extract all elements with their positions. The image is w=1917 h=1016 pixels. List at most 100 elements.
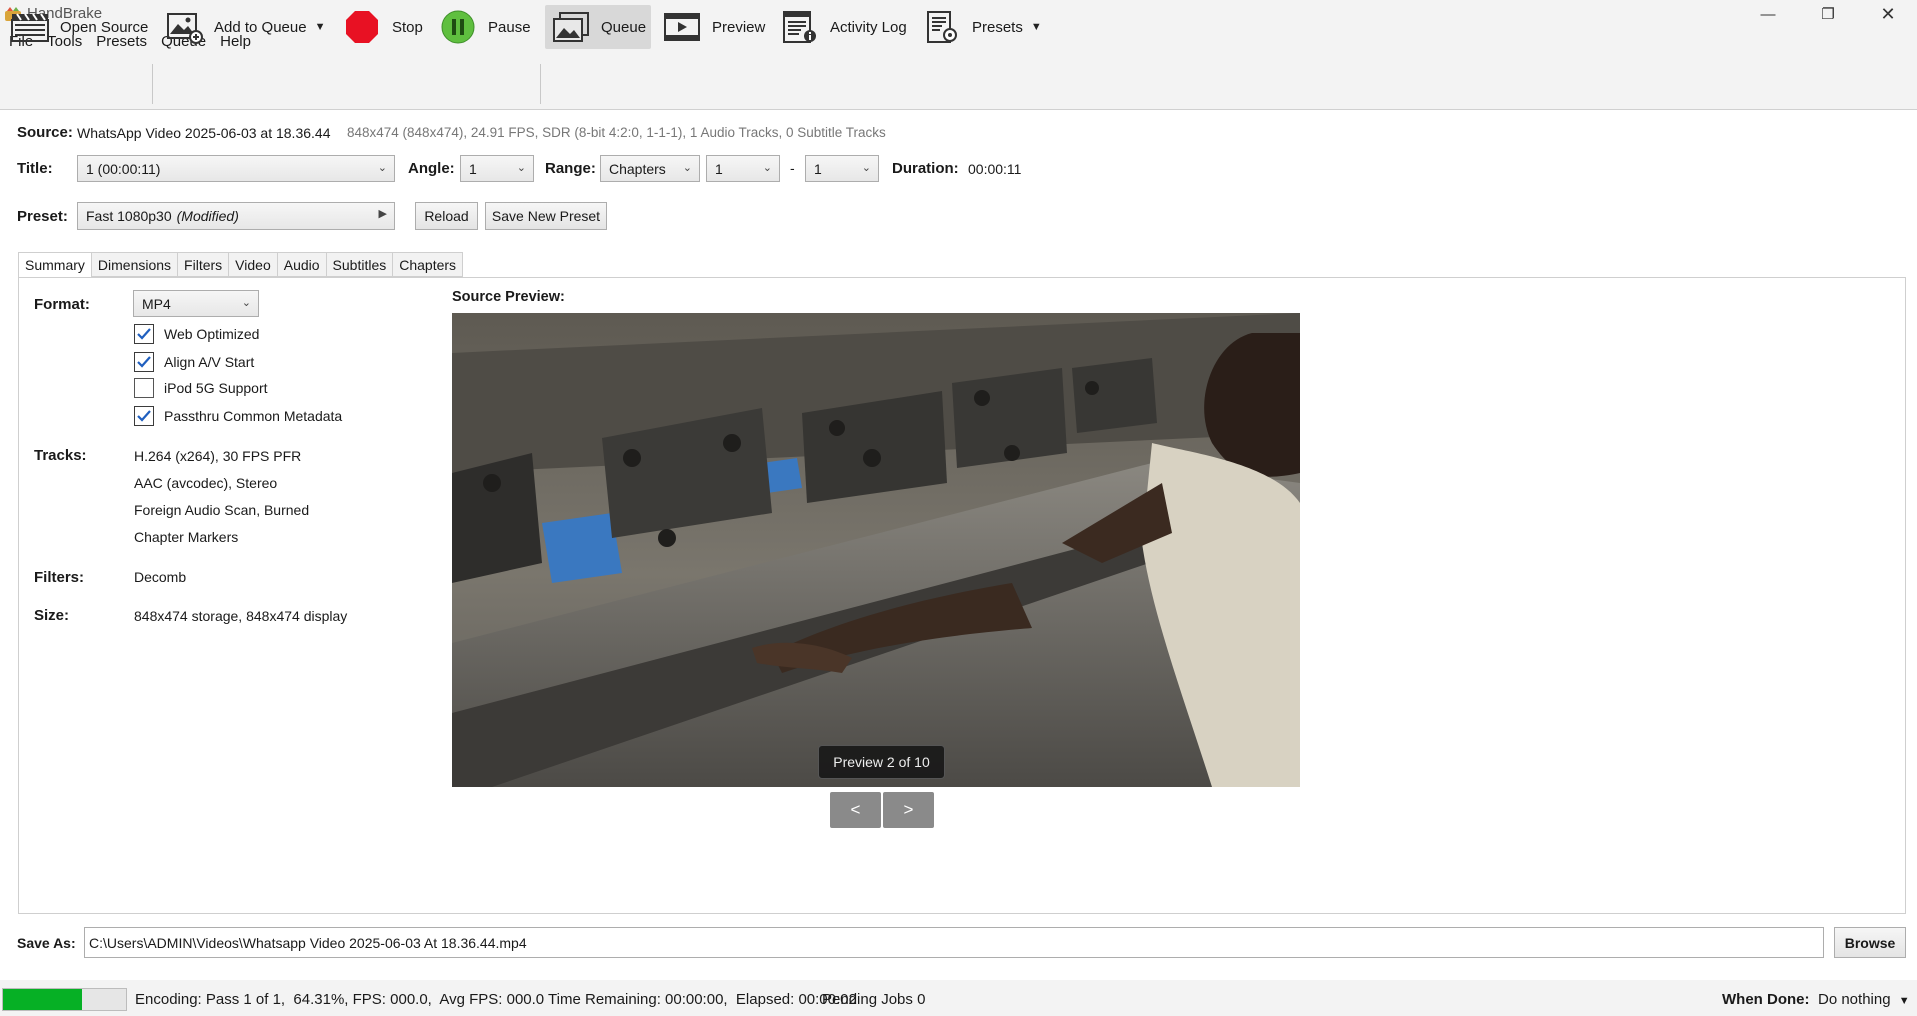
chevron-down-icon: ⌄ bbox=[682, 162, 692, 174]
previous-preview-button[interactable]: < bbox=[830, 792, 881, 828]
preview-button[interactable]: Preview bbox=[656, 5, 771, 49]
track-item: Foreign Audio Scan, Burned bbox=[134, 502, 310, 518]
add-to-queue-button[interactable]: Add to Queue ▼ bbox=[158, 5, 331, 49]
tab-video[interactable]: Video bbox=[228, 252, 277, 277]
range-mode-value: Chapters bbox=[609, 160, 666, 177]
title-label: Title: bbox=[17, 160, 53, 177]
open-source-label: Open Source bbox=[60, 18, 149, 36]
toolbar-separator bbox=[540, 64, 541, 104]
tab-bar: Summary Dimensions Filters Video Audio S… bbox=[18, 252, 464, 278]
range-dash: - bbox=[790, 160, 795, 176]
presets-label: Presets bbox=[972, 18, 1023, 36]
stop-label: Stop bbox=[392, 18, 423, 36]
close-button[interactable]: ✕ bbox=[1858, 0, 1917, 28]
passthru-metadata-option[interactable]: Passthru Common Metadata bbox=[134, 406, 342, 426]
browse-button[interactable]: Browse bbox=[1834, 927, 1906, 958]
pause-icon bbox=[438, 9, 478, 45]
range-end-select[interactable]: 1 ⌄ bbox=[805, 155, 879, 182]
tab-dimensions[interactable]: Dimensions bbox=[90, 252, 178, 277]
presets-settings-icon bbox=[922, 9, 962, 45]
chevron-down-icon: ⌄ bbox=[516, 162, 526, 174]
preset-modified: (Modified) bbox=[176, 208, 239, 224]
save-new-preset-button[interactable]: Save New Preset bbox=[485, 202, 607, 230]
presets-dropdown-icon[interactable]: ▼ bbox=[1031, 21, 1042, 33]
source-details: 848x474 (848x474), 24.91 FPS, SDR (8-bit… bbox=[347, 125, 886, 140]
web-optimized-checkbox[interactable] bbox=[134, 324, 154, 344]
track-item: Chapter Markers bbox=[134, 529, 239, 545]
activity-log-button[interactable]: Activity Log bbox=[774, 5, 913, 49]
title-select[interactable]: 1 (00:00:11) ⌄ bbox=[77, 155, 395, 182]
range-start-select[interactable]: 1 ⌄ bbox=[706, 155, 780, 182]
track-item: H.264 (x264), 30 FPS PFR bbox=[134, 448, 302, 464]
chevron-down-icon: ⌄ bbox=[762, 162, 772, 174]
tab-summary[interactable]: Summary bbox=[18, 252, 91, 278]
chevron-down-icon: ⌄ bbox=[241, 297, 251, 309]
source-label: Source: bbox=[17, 124, 73, 141]
align-av-option[interactable]: Align A/V Start bbox=[134, 352, 254, 372]
web-optimized-label: Web Optimized bbox=[164, 326, 260, 342]
minimize-button[interactable]: — bbox=[1738, 0, 1798, 28]
when-done-value: Do nothing bbox=[1818, 991, 1891, 1008]
tab-chapters[interactable]: Chapters bbox=[392, 252, 464, 277]
add-to-queue-dropdown-icon[interactable]: ▼ bbox=[315, 21, 326, 33]
preview-counter-badge: Preview 2 of 10 bbox=[818, 745, 945, 779]
range-start-value: 1 bbox=[715, 160, 723, 177]
pause-label: Pause bbox=[488, 18, 531, 36]
tab-subtitles[interactable]: Subtitles bbox=[325, 252, 393, 277]
chevron-down-icon: ⌄ bbox=[377, 162, 387, 174]
chevron-right-icon: ▶ bbox=[378, 208, 387, 220]
passthru-metadata-label: Passthru Common Metadata bbox=[164, 408, 343, 424]
align-av-checkbox[interactable] bbox=[134, 352, 154, 372]
pause-button[interactable]: Pause bbox=[432, 5, 537, 49]
activity-log-icon bbox=[780, 9, 820, 45]
angle-select[interactable]: 1 ⌄ bbox=[460, 155, 534, 182]
angle-select-value: 1 bbox=[469, 160, 477, 177]
when-done-select[interactable]: Do nothing ▼ bbox=[1818, 991, 1910, 1008]
next-preview-button[interactable]: > bbox=[883, 792, 934, 828]
film-play-icon bbox=[662, 9, 702, 45]
range-end-value: 1 bbox=[814, 160, 822, 177]
chevron-down-icon: ⌄ bbox=[861, 162, 871, 174]
pending-jobs-text: Pending Jobs 0 bbox=[822, 991, 926, 1008]
chevron-down-icon: ▼ bbox=[1898, 995, 1910, 1007]
encode-progress-bar bbox=[2, 988, 127, 1011]
ipod-label: iPod 5G Support bbox=[164, 380, 268, 396]
queue-images-icon bbox=[551, 9, 591, 45]
queue-button[interactable]: Queue bbox=[545, 5, 651, 49]
toolbar-separator bbox=[152, 64, 153, 104]
source-name: WhatsApp Video 2025-06-03 at 18.36.44 bbox=[77, 125, 331, 141]
encode-progress-fill bbox=[3, 989, 83, 1010]
format-select[interactable]: MP4 ⌄ bbox=[133, 290, 259, 317]
title-select-value: 1 (00:00:11) bbox=[86, 160, 161, 177]
presets-button[interactable]: Presets ▼ bbox=[916, 5, 1048, 49]
size-label: Size: bbox=[34, 607, 70, 624]
angle-label: Angle: bbox=[408, 160, 455, 177]
reload-button[interactable]: Reload bbox=[415, 202, 478, 230]
format-value: MP4 bbox=[142, 295, 171, 312]
save-as-path-input[interactable]: C:\Users\ADMIN\Videos\Whatsapp Video 202… bbox=[84, 927, 1824, 958]
add-image-icon bbox=[164, 9, 204, 45]
preset-select[interactable]: Fast 1080p30 (Modified) ▶ bbox=[77, 202, 395, 230]
restore-button[interactable]: ❐ bbox=[1798, 0, 1858, 28]
ipod-checkbox[interactable] bbox=[134, 378, 154, 398]
passthru-metadata-checkbox[interactable] bbox=[134, 406, 154, 426]
filters-value: Decomb bbox=[134, 569, 187, 585]
queue-label: Queue bbox=[601, 18, 647, 36]
stop-button[interactable]: Stop bbox=[336, 5, 429, 49]
size-value: 848x474 storage, 848x474 display bbox=[134, 608, 348, 624]
encoding-status-text: Encoding: Pass 1 of 1, 64.31%, FPS: 000.… bbox=[135, 991, 857, 1008]
filters-label: Filters: bbox=[34, 569, 85, 586]
add-to-queue-label: Add to Queue bbox=[214, 18, 307, 36]
range-label: Range: bbox=[545, 160, 596, 177]
open-source-button[interactable]: Open Source bbox=[4, 5, 154, 49]
source-preview-label: Source Preview: bbox=[452, 289, 565, 305]
range-mode-select[interactable]: Chapters ⌄ bbox=[600, 155, 700, 182]
stop-icon bbox=[342, 9, 382, 45]
tracks-label: Tracks: bbox=[34, 447, 87, 464]
activity-log-label: Activity Log bbox=[830, 18, 907, 36]
web-optimized-option[interactable]: Web Optimized bbox=[134, 324, 259, 344]
preview-label: Preview bbox=[712, 18, 766, 36]
tab-audio[interactable]: Audio bbox=[276, 252, 326, 277]
ipod-option[interactable]: iPod 5G Support bbox=[134, 378, 268, 398]
tab-filters[interactable]: Filters bbox=[177, 252, 229, 277]
